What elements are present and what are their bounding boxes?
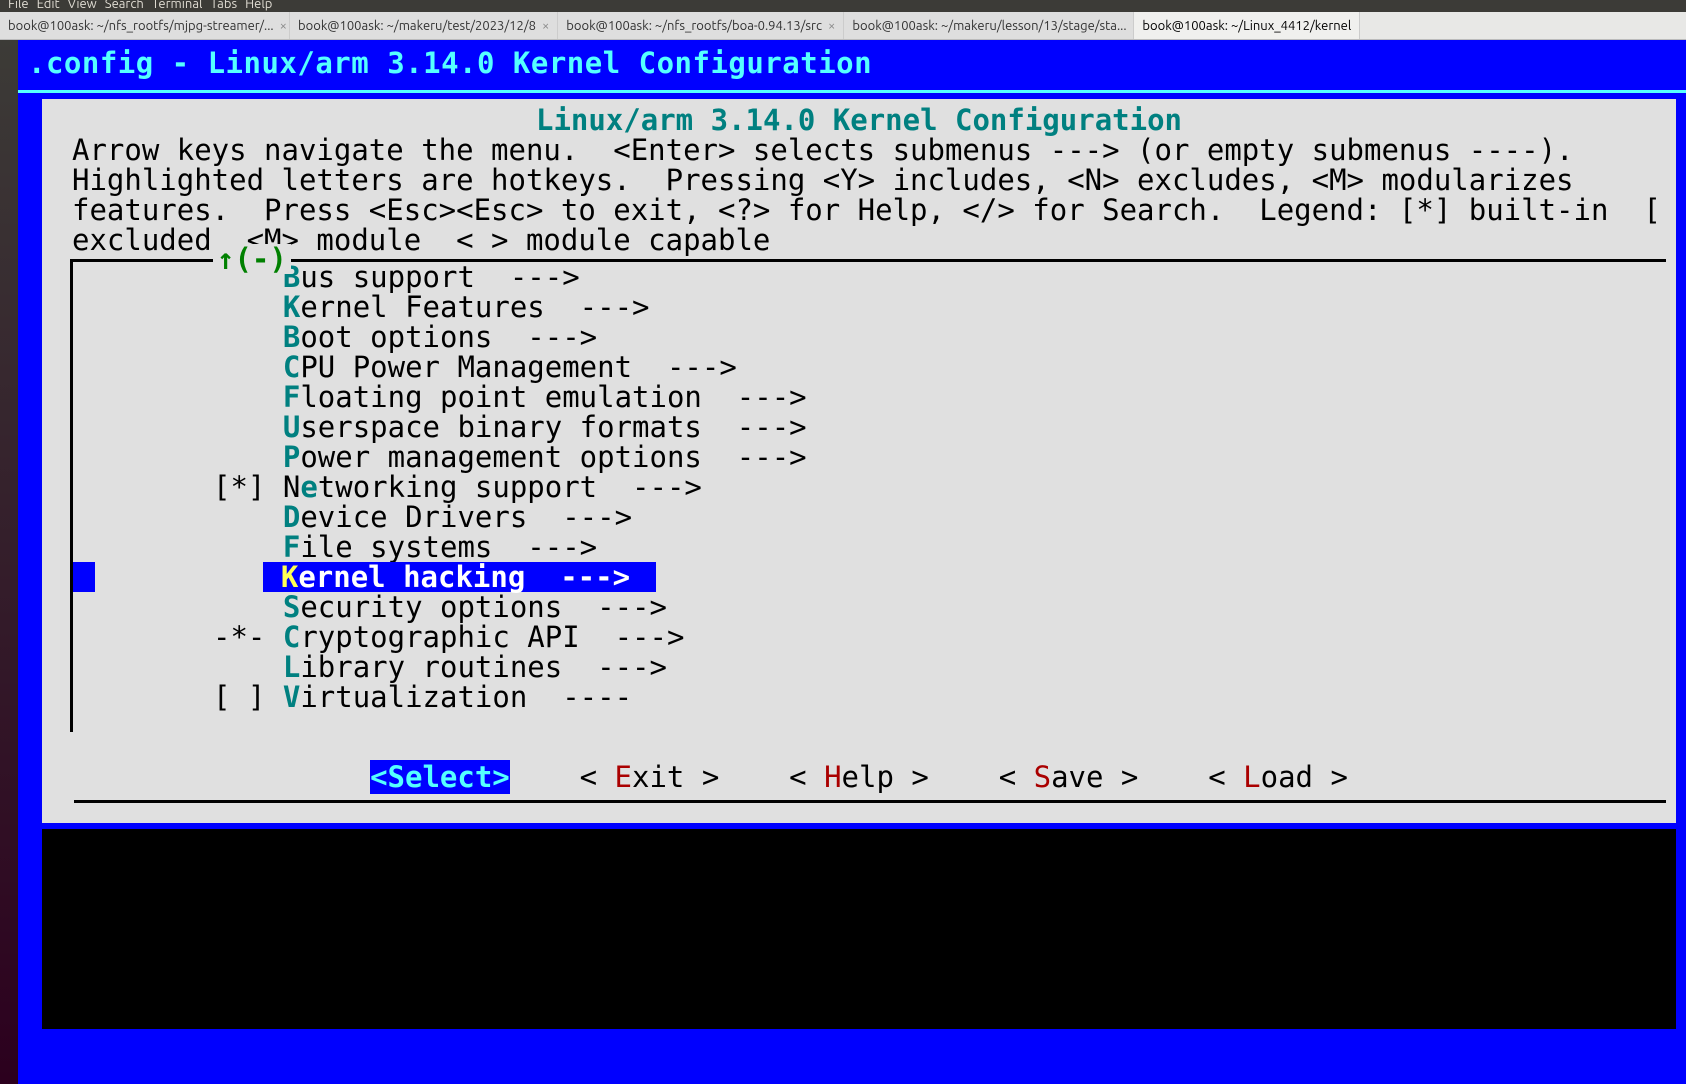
menu-item[interactable]: File systems ---> — [213, 532, 1666, 562]
menubar: File Edit View Search Terminal Tabs Help — [0, 0, 1686, 12]
terminal-blank-area — [42, 829, 1676, 1029]
title-separator — [18, 90, 1686, 93]
menu-search[interactable]: Search — [105, 0, 144, 12]
menu-tabs[interactable]: Tabs — [210, 0, 237, 12]
menu-item[interactable]: Security options ---> — [213, 592, 1666, 622]
menu-item-selected[interactable]: Kernel hacking ---> — [213, 562, 1666, 592]
menu-view[interactable]: View — [68, 0, 97, 12]
terminal-tab-0[interactable]: book@100ask: ~/nfs_rootfs/mjpg-streamer/… — [0, 12, 290, 39]
terminal-tab-1[interactable]: book@100ask: ~/makeru/test/2023/12/8 × — [290, 12, 558, 39]
close-icon[interactable]: × — [280, 19, 287, 33]
menu-item[interactable]: Boot options ---> — [213, 322, 1666, 352]
menu-item[interactable]: Bus support ---> — [213, 262, 1666, 292]
menu-item[interactable]: Device Drivers ---> — [213, 502, 1666, 532]
menu-item[interactable]: Userspace binary formats ---> — [213, 412, 1666, 442]
menu-item[interactable]: Kernel Features ---> — [213, 292, 1666, 322]
close-icon[interactable]: × — [828, 19, 835, 33]
menu-item[interactable]: Library routines ---> — [213, 652, 1666, 682]
load-button[interactable]: < Load > — [1208, 760, 1348, 794]
launcher-edge — [0, 40, 18, 1084]
menu-file[interactable]: File — [8, 0, 29, 12]
menu-list[interactable]: Bus support ---> Kernel Features ---> Bo… — [73, 262, 1666, 712]
terminal-window: .config - Linux/arm 3.14.0 Kernel Config… — [18, 40, 1686, 1084]
config-help-text: Arrow keys navigate the menu. <Enter> se… — [52, 135, 1666, 259]
menu-item[interactable]: [ ] Virtualization ---- — [213, 682, 1666, 712]
terminal-tab-3[interactable]: book@100ask: ~/makeru/lesson/13/stage/st… — [844, 12, 1134, 39]
menu-item[interactable]: Power management options ---> — [213, 442, 1666, 472]
terminal-tab-2[interactable]: book@100ask: ~/nfs_rootfs/boa-0.94.13/sr… — [558, 12, 844, 39]
select-button[interactable]: <Select> — [370, 760, 510, 794]
bottom-separator — [74, 800, 1666, 803]
menu-edit[interactable]: Edit — [37, 0, 60, 12]
config-dialog: Linux/arm 3.14.0 Kernel Configuration Ar… — [42, 99, 1676, 823]
help-button[interactable]: < Help > — [789, 760, 929, 794]
button-bar: <Select> < Exit > < Help > < Save > < Lo… — [52, 762, 1666, 792]
scroll-up-indicator: ↑(-) — [213, 244, 291, 274]
exit-button[interactable]: < Exit > — [580, 760, 720, 794]
save-button[interactable]: < Save > — [999, 760, 1139, 794]
tab-label: book@100ask: ~/makeru/test/2023/12/8 — [298, 19, 536, 33]
close-icon[interactable]: × — [542, 19, 549, 33]
menu-item[interactable]: [*] Networking support ---> — [213, 472, 1666, 502]
menu-item[interactable]: Floating point emulation ---> — [213, 382, 1666, 412]
tab-label: book@100ask: ~/nfs_rootfs/boa-0.94.13/sr… — [566, 19, 822, 33]
menu-terminal[interactable]: Terminal — [152, 0, 203, 12]
config-title: Linux/arm 3.14.0 Kernel Configuration — [52, 105, 1666, 135]
menu-help[interactable]: Help — [245, 0, 272, 12]
terminal-tabbar: book@100ask: ~/nfs_rootfs/mjpg-streamer/… — [0, 12, 1686, 40]
menu-frame: ↑(-) Bus support ---> Kernel Features --… — [70, 259, 1666, 732]
tab-label: book@100ask: ~/makeru/lesson/13/stage/st… — [852, 19, 1126, 33]
terminal-tab-4[interactable]: book@100ask: ~/Linux_4412/kernel — [1134, 12, 1360, 39]
config-window-title: .config - Linux/arm 3.14.0 Kernel Config… — [18, 40, 1686, 90]
menu-item[interactable]: -*- Cryptographic API ---> — [213, 622, 1666, 652]
tab-label: book@100ask: ~/Linux_4412/kernel — [1142, 19, 1351, 33]
tab-label: book@100ask: ~/nfs_rootfs/mjpg-streamer/… — [8, 19, 274, 33]
menu-item[interactable]: CPU Power Management ---> — [213, 352, 1666, 382]
